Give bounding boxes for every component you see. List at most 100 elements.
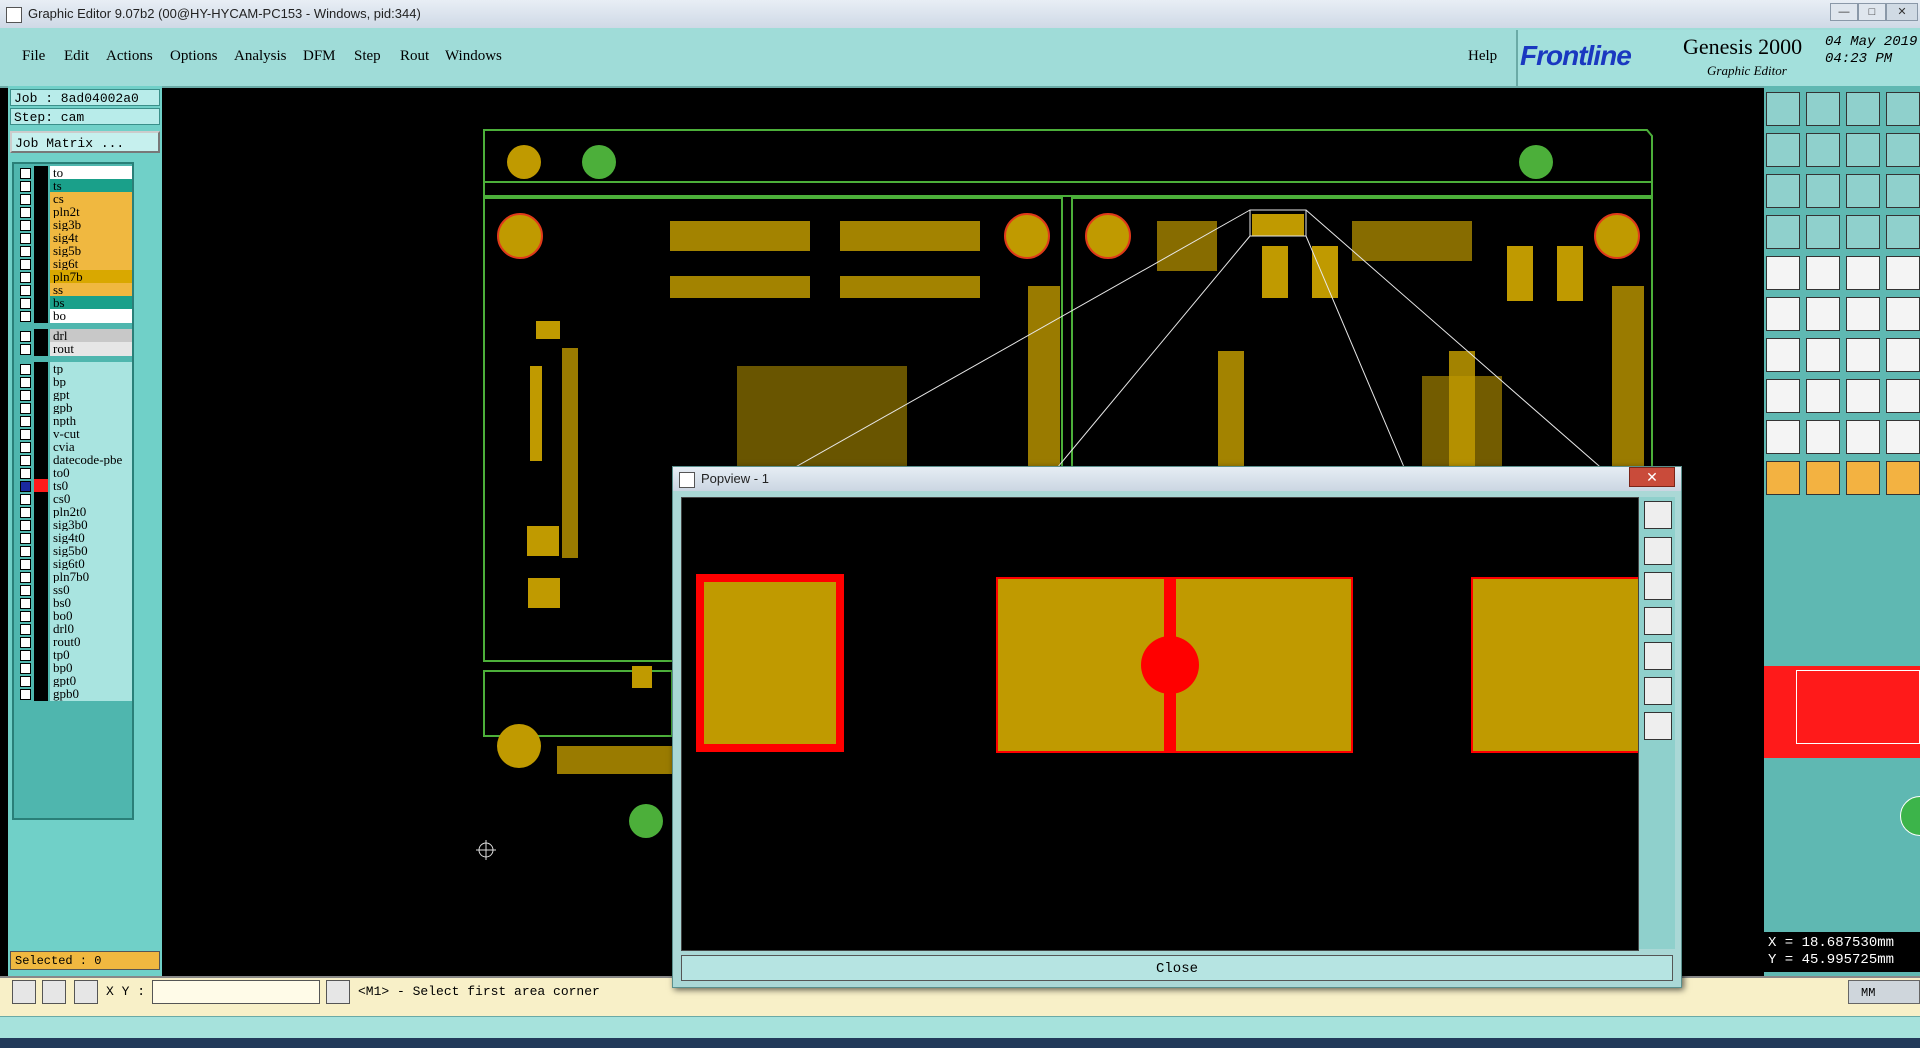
layer-name[interactable]: gpt0 — [50, 674, 132, 688]
layer-name[interactable]: bp0 — [50, 661, 132, 675]
menu-step[interactable]: Step — [354, 48, 381, 65]
measure-mode-icon[interactable] — [42, 980, 66, 1004]
layer-checkbox[interactable] — [20, 181, 31, 192]
layer-row[interactable]: rout — [16, 342, 132, 356]
swap-icon[interactable] — [1846, 133, 1880, 167]
home-icon[interactable] — [1846, 92, 1880, 126]
layer-name[interactable]: pln2t — [50, 205, 132, 219]
layer-row[interactable]: bo0 — [16, 609, 132, 623]
layer-checkbox[interactable] — [20, 246, 31, 257]
layer-row[interactable]: bs — [16, 296, 132, 310]
layer-checkbox[interactable] — [20, 559, 31, 570]
xy-input[interactable] — [152, 980, 320, 1004]
layer-name[interactable]: to0 — [50, 466, 132, 480]
layer-row[interactable]: sig6t — [16, 257, 132, 271]
align-icon[interactable] — [1886, 338, 1920, 372]
minimize-button[interactable]: — — [1830, 3, 1858, 21]
layer-row[interactable]: sig5b0 — [16, 544, 132, 558]
layer-checkbox[interactable] — [20, 585, 31, 596]
angle-icon[interactable] — [1766, 338, 1800, 372]
select-mode-icon[interactable] — [12, 980, 36, 1004]
layer-checkbox[interactable] — [20, 637, 31, 648]
layer-checkbox[interactable] — [20, 390, 31, 401]
menu-edit[interactable]: Edit — [64, 48, 89, 65]
zoom-icon[interactable] — [1806, 174, 1840, 208]
layer-name[interactable]: rout — [50, 342, 132, 356]
layer-checkbox[interactable] — [20, 416, 31, 427]
open-icon[interactable] — [1766, 92, 1800, 126]
layer-row[interactable]: datecode-pbe — [16, 453, 132, 467]
popview-pan-down-icon[interactable] — [1644, 572, 1672, 600]
menu-file[interactable]: File — [22, 48, 45, 65]
menu-actions[interactable]: Actions — [106, 48, 153, 65]
layer-row[interactable]: pln7b — [16, 270, 132, 284]
pointer2-icon[interactable] — [1806, 461, 1840, 495]
layer-name[interactable]: gpb0 — [50, 687, 132, 701]
triangle-icon[interactable] — [1766, 420, 1800, 454]
layer-row[interactable]: npth — [16, 414, 132, 428]
popview-zoom-out-icon[interactable] — [1644, 712, 1672, 740]
layer-checkbox[interactable] — [20, 572, 31, 583]
layer-name[interactable]: ts — [50, 179, 132, 193]
layer-row[interactable]: rout0 — [16, 635, 132, 649]
layer-row[interactable]: bo — [16, 309, 132, 323]
layer-row[interactable]: gpb — [16, 401, 132, 415]
layer-checkbox[interactable] — [20, 220, 31, 231]
layer-name[interactable]: pln2t0 — [50, 505, 132, 519]
diagonal-icon[interactable] — [1806, 338, 1840, 372]
layer-name[interactable]: v-cut — [50, 427, 132, 441]
layer-row[interactable]: drl0 — [16, 622, 132, 636]
layer-row[interactable]: sig4t — [16, 231, 132, 245]
layer-row[interactable]: tp — [16, 362, 132, 376]
job-matrix-button[interactable]: Job Matrix ... — [10, 131, 160, 153]
layer-row[interactable]: ts0 — [16, 479, 132, 493]
layers-icon[interactable] — [1886, 92, 1920, 126]
layer-checkbox[interactable] — [20, 598, 31, 609]
arch-icon[interactable] — [1846, 420, 1880, 454]
layer-checkbox[interactable] — [20, 377, 31, 388]
layer-name[interactable]: drl0 — [50, 622, 132, 636]
menu-dfm[interactable]: DFM — [303, 48, 336, 65]
layer-row[interactable]: sig4t0 — [16, 531, 132, 545]
ratio-icon[interactable] — [1846, 174, 1880, 208]
layer-checkbox[interactable] — [20, 533, 31, 544]
pointer4-icon[interactable] — [1886, 461, 1920, 495]
layer-name[interactable]: ts0 — [50, 479, 132, 493]
layer-row[interactable]: ss — [16, 283, 132, 297]
layer-checkbox[interactable] — [20, 455, 31, 466]
layer-name[interactable]: bp — [50, 375, 132, 389]
layer-row[interactable]: sig6t0 — [16, 557, 132, 571]
layer-name[interactable]: drl — [50, 329, 132, 343]
layer-row[interactable]: gpt0 — [16, 674, 132, 688]
layer-row[interactable]: pln2t0 — [16, 505, 132, 519]
layer-row[interactable]: bs0 — [16, 596, 132, 610]
menu-analysis[interactable]: Analysis — [234, 48, 287, 65]
layer-checkbox[interactable] — [20, 663, 31, 674]
layer-name[interactable]: cs — [50, 192, 132, 206]
select-area-icon[interactable] — [1846, 379, 1880, 413]
layer-checkbox[interactable] — [20, 650, 31, 661]
layer-checkbox[interactable] — [20, 429, 31, 440]
menu-options[interactable]: Options — [170, 48, 218, 65]
cursor-icon[interactable] — [326, 980, 350, 1004]
layer-name[interactable]: bo — [50, 309, 132, 323]
popview-pan-up-icon[interactable] — [1644, 537, 1672, 565]
pointer3-icon[interactable] — [1846, 461, 1880, 495]
layer-checkbox[interactable] — [20, 507, 31, 518]
layer-name[interactable]: cs0 — [50, 492, 132, 506]
popview-pan-left-icon[interactable] — [1644, 607, 1672, 635]
layer-checkbox[interactable] — [20, 481, 31, 492]
layer-name[interactable]: sig5b — [50, 244, 132, 258]
layer-checkbox[interactable] — [20, 520, 31, 531]
peak-icon[interactable] — [1806, 420, 1840, 454]
net-icon[interactable] — [1886, 215, 1920, 249]
layer-checkbox[interactable] — [20, 364, 31, 375]
menu-rout[interactable]: Rout — [400, 48, 429, 65]
layer-name[interactable]: sig4t — [50, 231, 132, 245]
layer-checkbox[interactable] — [20, 298, 31, 309]
layer-row[interactable]: sig3b — [16, 218, 132, 232]
layer-name[interactable]: sig6t — [50, 257, 132, 271]
layer-row[interactable]: v-cut — [16, 427, 132, 441]
layer-checkbox[interactable] — [20, 207, 31, 218]
layer-row[interactable]: pln2t — [16, 205, 132, 219]
